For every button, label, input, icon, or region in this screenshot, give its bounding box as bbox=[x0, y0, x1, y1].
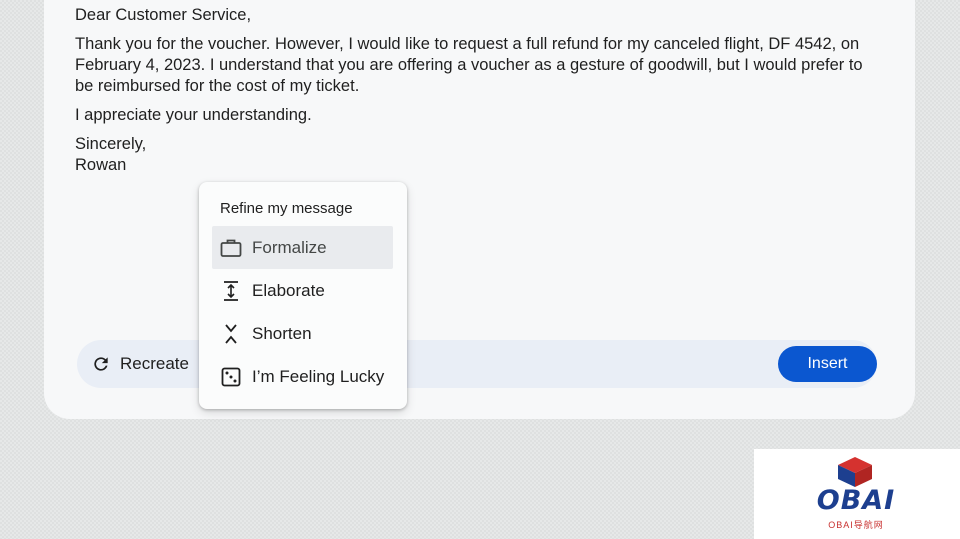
menu-item-elaborate[interactable]: Elaborate bbox=[212, 269, 393, 312]
menu-item-label: Elaborate bbox=[252, 280, 325, 300]
menu-item-feeling-lucky[interactable]: I’m Feeling Lucky bbox=[212, 355, 393, 398]
menu-item-shorten[interactable]: Shorten bbox=[212, 312, 393, 355]
closing-line: I appreciate your understanding. bbox=[75, 106, 312, 124]
recreate-label: Recreate bbox=[120, 354, 189, 373]
refine-menu: Refine my message Formalize Elaborate Sh… bbox=[199, 182, 407, 409]
signoff-text: Sincerely, bbox=[75, 135, 147, 153]
menu-item-label: Shorten bbox=[252, 323, 312, 343]
refresh-icon bbox=[91, 354, 111, 374]
cube-logo-icon bbox=[838, 457, 872, 487]
logo-subtext: OBAI导航网 bbox=[828, 520, 884, 530]
insert-button[interactable]: Insert bbox=[778, 346, 877, 382]
menu-title: Refine my message bbox=[220, 200, 353, 217]
message-body[interactable]: Dear Customer Service, Thank you for the… bbox=[75, 5, 875, 176]
obai-watermark-logo: OBAI OBAI导航网 bbox=[754, 449, 960, 539]
compress-vertical-icon bbox=[220, 323, 242, 345]
expand-vertical-icon bbox=[220, 280, 242, 302]
logo-text: OBAI bbox=[816, 485, 896, 516]
briefcase-icon bbox=[220, 237, 242, 259]
greeting-text: Dear Customer Service, bbox=[75, 6, 252, 24]
body-paragraph: Thank you for the voucher. However, I wo… bbox=[75, 35, 863, 95]
signature-name: Rowan bbox=[75, 156, 127, 174]
menu-item-label: I’m Feeling Lucky bbox=[252, 366, 385, 386]
recreate-button[interactable]: Recreate bbox=[91, 352, 189, 376]
dice-icon bbox=[220, 366, 242, 388]
menu-item-label: Formalize bbox=[252, 237, 327, 257]
action-toolbar: Recreate Insert bbox=[77, 340, 877, 388]
menu-item-formalize[interactable]: Formalize bbox=[212, 226, 393, 269]
